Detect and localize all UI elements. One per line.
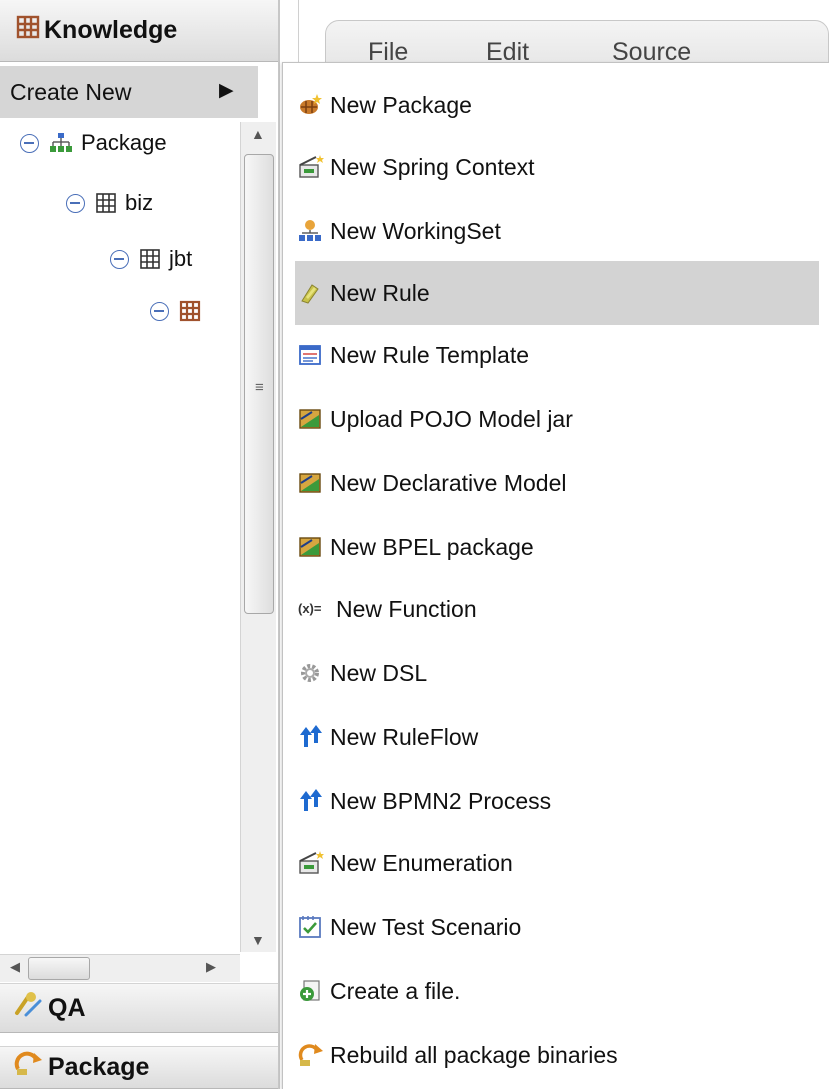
package-hierarchy-icon — [49, 132, 73, 154]
menu-item-label: Upload POJO Model jar — [330, 405, 573, 432]
create-file-icon — [298, 979, 322, 1003]
grip-icon: ≡ — [255, 379, 264, 396]
tree-node-packages[interactable]: Package — [20, 130, 167, 156]
collapse-toggle-icon[interactable] — [66, 193, 85, 213]
menu-item-label: New Declarative Model — [330, 469, 567, 496]
knowledge-section-header[interactable]: Knowledge — [0, 0, 278, 62]
package-icon — [139, 248, 161, 270]
menu-item-label: New DSL — [330, 659, 428, 686]
panel-divider[interactable] — [278, 0, 280, 1089]
menu-item-label: Rebuild all package binaries — [330, 1041, 618, 1068]
create-new-label: Create New — [10, 78, 132, 105]
scroll-up-arrow-icon[interactable]: ▲ — [251, 126, 265, 142]
scroll-down-arrow-icon[interactable]: ▼ — [251, 932, 265, 948]
collapse-toggle-icon[interactable] — [20, 133, 39, 153]
menu-item-upload-pojo-model-jar[interactable]: Upload POJO Model jar — [295, 387, 819, 451]
menu-item-label: New Spring Context — [330, 153, 535, 180]
enumeration-icon — [298, 851, 324, 875]
working-set-icon — [298, 219, 322, 243]
scroll-left-arrow-icon[interactable]: ◀ — [10, 959, 20, 975]
tree-vertical-scrollbar[interactable]: ▲ ≡ ▼ — [240, 122, 276, 952]
scrollbar-thumb[interactable]: ≡ — [244, 154, 274, 614]
spring-context-icon — [298, 155, 324, 179]
collapse-toggle-icon[interactable] — [150, 301, 169, 321]
package-tree: Package biz jbt — [0, 122, 240, 952]
function-icon: (x)= — [298, 601, 322, 616]
bpmn2-process-icon — [298, 789, 322, 813]
package-icon — [95, 192, 117, 214]
tree-horizontal-scrollbar[interactable]: ◀ ▶ — [0, 954, 240, 982]
menu-item-label: Create a file. — [330, 977, 461, 1004]
menu-item-label: New WorkingSet — [330, 217, 501, 244]
create-new-context-menu: New Package New Spring Context New Worki — [282, 62, 829, 1089]
menu-item-new-rule[interactable]: New Rule — [295, 261, 819, 325]
declarative-model-icon — [298, 471, 322, 495]
tree-node-label: Package — [81, 130, 167, 155]
menu-item-label: New RuleFlow — [330, 723, 479, 750]
knowledge-header-label: Knowledge — [44, 16, 178, 44]
menu-item-new-bpmn2-process[interactable]: New BPMN2 Process — [295, 769, 819, 833]
menu-item-create-a-file[interactable]: Create a file. — [295, 959, 819, 1023]
package-header-label: Package — [48, 1053, 150, 1081]
tree-node-label: jbt — [169, 246, 193, 271]
menu-item-label: New BPEL package — [330, 533, 534, 560]
menu-item-label: New Package — [330, 91, 472, 118]
menu-item-label: New Rule — [330, 279, 430, 306]
dsl-gear-icon — [298, 661, 322, 685]
qa-section-header[interactable]: QA — [0, 983, 278, 1033]
model-jar-icon — [298, 407, 322, 431]
menu-item-label: New Rule Template — [330, 341, 530, 368]
menu-item-rebuild-package-binaries[interactable]: Rebuild all package binaries — [295, 1023, 819, 1087]
collapse-toggle-icon[interactable] — [110, 249, 129, 269]
tree-node-package-leaf[interactable] — [150, 300, 209, 322]
package-grid-icon — [179, 300, 201, 322]
tree-node-biz[interactable]: biz — [66, 190, 153, 216]
rule-template-icon — [298, 343, 322, 367]
qa-icon — [14, 991, 44, 1026]
menu-item-label: New BPMN2 Process — [330, 787, 552, 814]
menu-item-new-ruleflow[interactable]: New RuleFlow — [295, 705, 819, 769]
left-panel: Knowledge Create New ▶ Package biz jbt ▲… — [0, 0, 278, 1089]
menu-item-new-declarative-model[interactable]: New Declarative Model — [295, 451, 819, 515]
submenu-arrow-icon: ▶ — [219, 80, 234, 101]
tree-node-jbt[interactable]: jbt — [110, 246, 192, 272]
bpel-package-icon — [298, 535, 322, 559]
menu-item-new-function[interactable]: (x)= New Function — [295, 577, 819, 641]
menu-item-label: New Enumeration — [330, 849, 513, 876]
menu-item-new-spring-context[interactable]: New Spring Context — [295, 135, 819, 199]
menu-item-new-dsl[interactable]: New DSL — [295, 641, 819, 705]
menu-item-new-bpel-package[interactable]: New BPEL package — [295, 515, 819, 579]
scrollbar-thumb[interactable] — [28, 957, 90, 980]
menu-item-new-workingset[interactable]: New WorkingSet — [295, 199, 819, 263]
menu-item-label: New Function — [336, 595, 477, 622]
menu-item-new-test-scenario[interactable]: New Test Scenario — [295, 895, 819, 959]
menu-item-new-enumeration[interactable]: New Enumeration — [295, 831, 819, 895]
tree-node-label: biz — [125, 190, 154, 215]
package-section-header[interactable]: Package — [0, 1046, 278, 1089]
menu-item-new-package[interactable]: New Package — [295, 73, 819, 137]
test-scenario-icon — [298, 915, 322, 939]
menu-item-new-rule-template[interactable]: New Rule Template — [295, 323, 819, 387]
rebuild-icon — [298, 1043, 323, 1067]
create-new-menu-button[interactable]: Create New ▶ — [0, 66, 258, 118]
qa-header-label: QA — [48, 993, 86, 1022]
rebuild-icon — [14, 1051, 44, 1084]
ruleflow-icon — [298, 725, 322, 749]
rule-icon — [298, 281, 322, 305]
scroll-right-arrow-icon[interactable]: ▶ — [206, 959, 216, 975]
new-package-icon — [298, 93, 322, 117]
menu-item-label: New Test Scenario — [330, 913, 522, 940]
package-grid-icon — [16, 15, 40, 46]
